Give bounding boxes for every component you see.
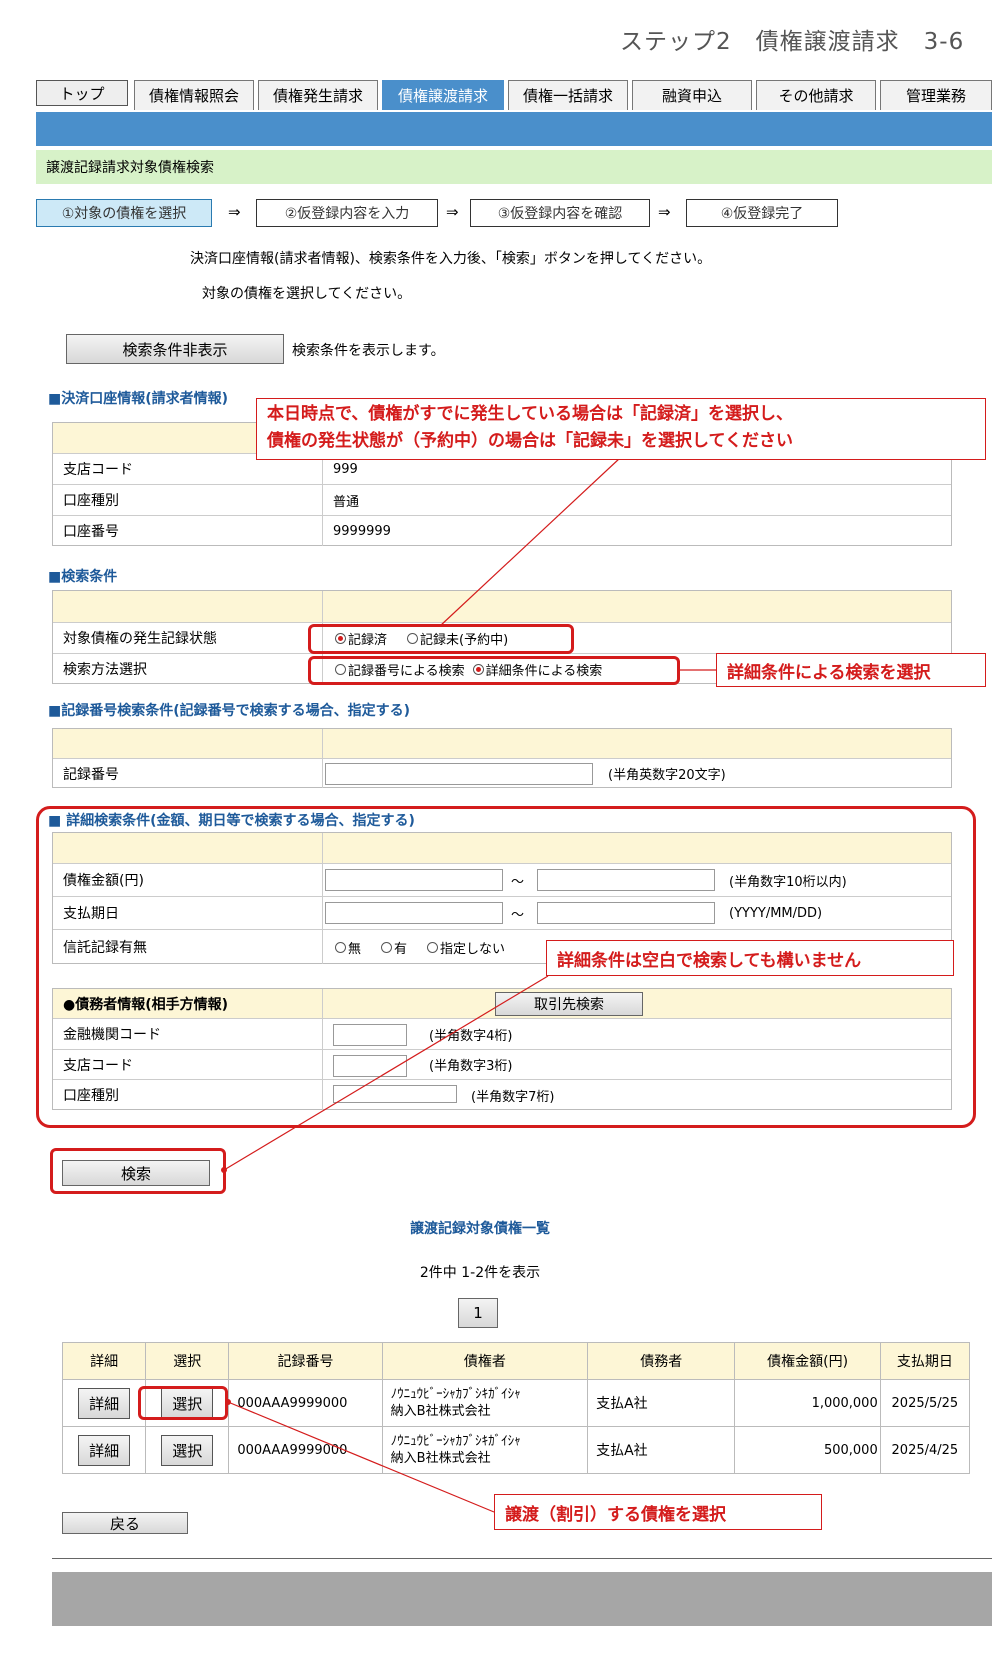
detail-callout: 詳細条件は空白で検索しても構いません: [546, 940, 954, 976]
connector-lines: [221, 457, 716, 1513]
status-callout: 本日時点で、債権がすでに発生している場合は「記録済」を選択し、 債権の発生状態が…: [256, 398, 986, 460]
select-callout: 譲渡（割引）する債権を選択: [494, 1494, 822, 1530]
status-callout-line-1: 本日時点で、債権がすでに発生している場合は「記録済」を選択し、: [267, 404, 793, 424]
method-callout: 詳細条件による検索を選択: [716, 653, 986, 687]
status-callout-line-2: 債権の発生状態が（予約中）の場合は「記録未」を選択してください: [267, 431, 793, 451]
